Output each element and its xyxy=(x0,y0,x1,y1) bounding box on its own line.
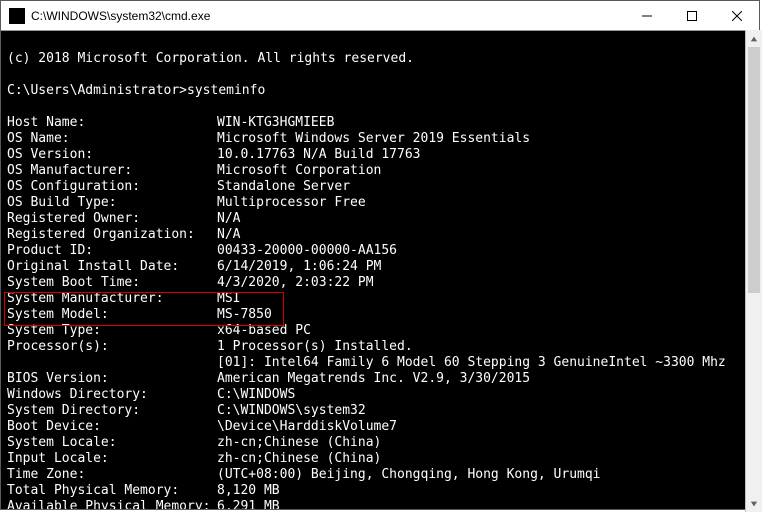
info-row: Total Physical Memory:8,120 MB xyxy=(7,483,753,499)
info-value: N/A xyxy=(217,227,240,243)
info-row: Available Physical Memory:6,291 MB xyxy=(7,499,753,509)
info-label: System Model: xyxy=(7,307,217,323)
info-label: Host Name: xyxy=(7,115,217,131)
chevron-down-icon xyxy=(750,500,758,508)
info-value: C:\WINDOWS xyxy=(217,387,295,403)
info-label: System Boot Time: xyxy=(7,275,217,291)
info-row: Registered Owner:N/A xyxy=(7,211,753,227)
info-label: Processor(s): xyxy=(7,339,217,355)
prompt-line: C:\Users\Administrator>systeminfo xyxy=(7,83,265,98)
info-label: Boot Device: xyxy=(7,419,217,435)
info-value: 4/3/2020, 2:03:22 PM xyxy=(217,275,374,291)
info-row: System Boot Time:4/3/2020, 2:03:22 PM xyxy=(7,275,753,291)
info-row: OS Manufacturer:Microsoft Corporation xyxy=(7,163,753,179)
info-label: Registered Organization: xyxy=(7,227,217,243)
info-value: 00433-20000-00000-AA156 xyxy=(217,243,397,259)
info-label: System Locale: xyxy=(7,435,217,451)
cmd-window: C:\WINDOWS\system32\cmd.exe (c) 2018 Mic… xyxy=(0,0,760,510)
info-value: C:\WINDOWS\system32 xyxy=(217,403,366,419)
info-label: OS Version: xyxy=(7,147,217,163)
info-row: Time Zone:(UTC+08:00) Beijing, Chongqing… xyxy=(7,467,753,483)
titlebar[interactable]: C:\WINDOWS\system32\cmd.exe xyxy=(1,1,759,31)
minimize-icon xyxy=(642,11,652,21)
info-row: System Type:x64-based PC xyxy=(7,323,753,339)
info-label: System Type: xyxy=(7,323,217,339)
info-value: \Device\HarddiskVolume7 xyxy=(217,419,397,435)
info-label: OS Manufacturer: xyxy=(7,163,217,179)
window-title: C:\WINDOWS\system32\cmd.exe xyxy=(31,9,624,23)
info-label: Total Physical Memory: xyxy=(7,483,217,499)
info-row: Input Locale:zh-cn;Chinese (China) xyxy=(7,451,753,467)
info-value: 1 Processor(s) Installed. xyxy=(217,339,413,355)
close-icon xyxy=(732,11,742,21)
maximize-button[interactable] xyxy=(669,1,714,31)
info-value: 10.0.17763 N/A Build 17763 xyxy=(217,147,421,163)
scroll-up-button[interactable] xyxy=(746,30,762,47)
chevron-up-icon xyxy=(750,35,758,43)
info-row: Windows Directory:C:\WINDOWS xyxy=(7,387,753,403)
info-value: American Megatrends Inc. V2.9, 3/30/2015 xyxy=(217,371,530,387)
info-value: Microsoft Windows Server 2019 Essentials xyxy=(217,131,530,147)
info-row: Registered Organization:N/A xyxy=(7,227,753,243)
info-label xyxy=(7,355,217,371)
info-label: OS Configuration: xyxy=(7,179,217,195)
info-row: Processor(s):1 Processor(s) Installed. xyxy=(7,339,753,355)
info-row: System Manufacturer:MSI xyxy=(7,291,753,307)
info-row: OS Configuration:Standalone Server xyxy=(7,179,753,195)
info-label: Original Install Date: xyxy=(7,259,217,275)
close-button[interactable] xyxy=(714,1,759,31)
info-row: OS Name:Microsoft Windows Server 2019 Es… xyxy=(7,131,753,147)
info-label: BIOS Version: xyxy=(7,371,217,387)
minimize-button[interactable] xyxy=(624,1,669,31)
info-value: MS-7850 xyxy=(217,307,272,323)
info-row: System Directory:C:\WINDOWS\system32 xyxy=(7,403,753,419)
info-label: OS Name: xyxy=(7,131,217,147)
info-value: 6/14/2019, 1:06:24 PM xyxy=(217,259,381,275)
info-label: Time Zone: xyxy=(7,467,217,483)
info-label: Windows Directory: xyxy=(7,387,217,403)
info-label: Input Locale: xyxy=(7,451,217,467)
info-label: System Directory: xyxy=(7,403,217,419)
cmd-icon xyxy=(9,8,25,24)
info-row: [01]: Intel64 Family 6 Model 60 Stepping… xyxy=(7,355,753,371)
info-row: System Model:MS-7850 xyxy=(7,307,753,323)
info-row: System Locale:zh-cn;Chinese (China) xyxy=(7,435,753,451)
info-row: Boot Device:\Device\HarddiskVolume7 xyxy=(7,419,753,435)
scroll-down-button[interactable] xyxy=(746,495,762,512)
scrollbar-thumb[interactable] xyxy=(748,47,760,293)
info-value: MSI xyxy=(217,291,240,307)
info-label: Product ID: xyxy=(7,243,217,259)
info-value: N/A xyxy=(217,211,240,227)
vertical-scrollbar[interactable] xyxy=(745,30,762,512)
info-row: Product ID:00433-20000-00000-AA156 xyxy=(7,243,753,259)
scrollbar-track[interactable] xyxy=(746,47,762,495)
info-value: 6,291 MB xyxy=(217,499,280,509)
info-label: OS Build Type: xyxy=(7,195,217,211)
info-value: Multiprocessor Free xyxy=(217,195,366,211)
info-label: System Manufacturer: xyxy=(7,291,217,307)
info-row: BIOS Version:American Megatrends Inc. V2… xyxy=(7,371,753,387)
info-label: Registered Owner: xyxy=(7,211,217,227)
info-row: Host Name:WIN-KTG3HGMIEEB xyxy=(7,115,753,131)
info-value: 8,120 MB xyxy=(217,483,280,499)
info-value: (UTC+08:00) Beijing, Chongqing, Hong Kon… xyxy=(217,467,601,483)
info-value: WIN-KTG3HGMIEEB xyxy=(217,115,334,131)
info-row: Original Install Date:6/14/2019, 1:06:24… xyxy=(7,259,753,275)
info-value: zh-cn;Chinese (China) xyxy=(217,435,381,451)
info-value: [01]: Intel64 Family 6 Model 60 Stepping… xyxy=(217,355,726,371)
info-value: Standalone Server xyxy=(217,179,350,195)
terminal-output[interactable]: (c) 2018 Microsoft Corporation. All righ… xyxy=(1,31,759,509)
copyright-line: (c) 2018 Microsoft Corporation. All righ… xyxy=(7,51,414,66)
maximize-icon xyxy=(687,11,697,21)
info-value: x64-based PC xyxy=(217,323,311,339)
info-value: Microsoft Corporation xyxy=(217,163,381,179)
info-label: Available Physical Memory: xyxy=(7,499,217,509)
info-row: OS Version:10.0.17763 N/A Build 17763 xyxy=(7,147,753,163)
info-row: OS Build Type:Multiprocessor Free xyxy=(7,195,753,211)
info-value: zh-cn;Chinese (China) xyxy=(217,451,381,467)
